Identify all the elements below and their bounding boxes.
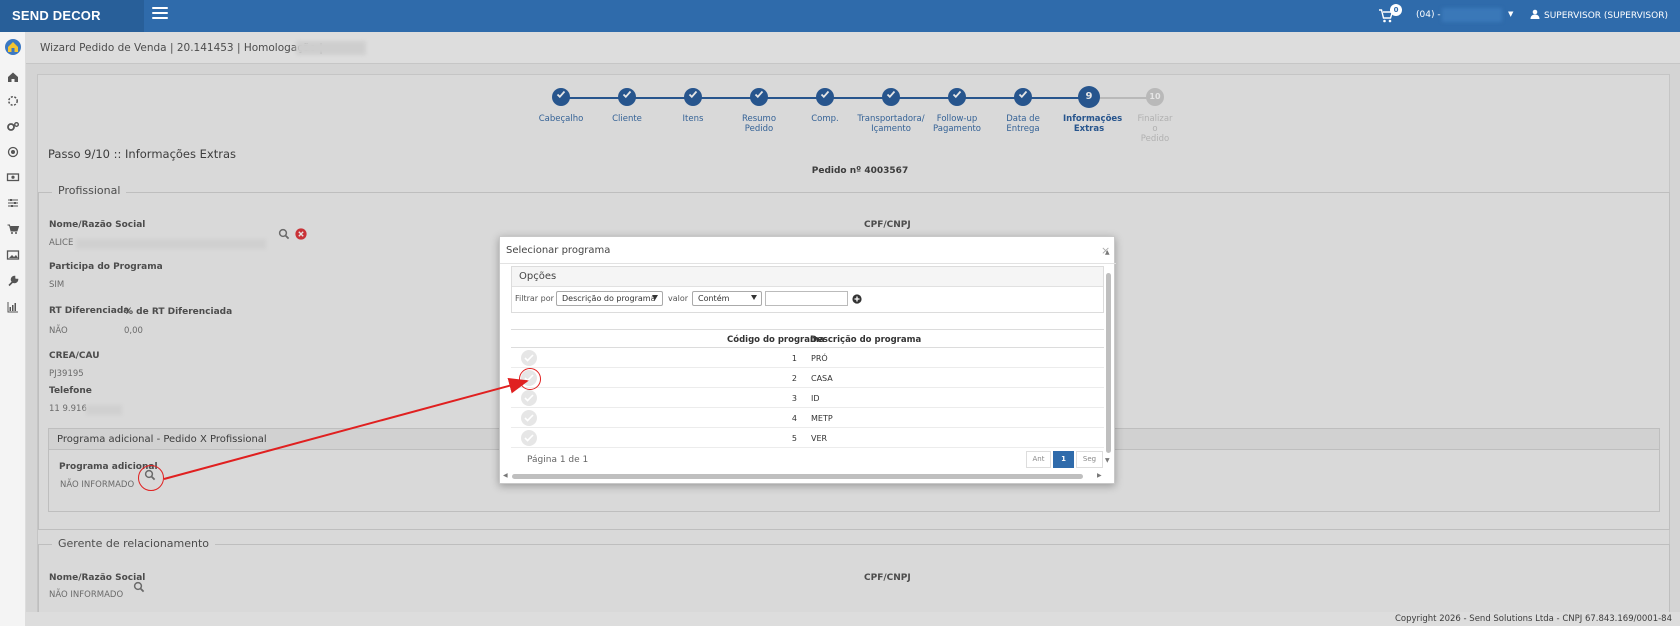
chevron-down-icon (652, 295, 658, 300)
sidebar (0, 32, 26, 626)
home-icon[interactable] (6, 70, 20, 84)
page-1-button[interactable]: 1 (1053, 451, 1074, 468)
table-row[interactable]: 5 VER (511, 428, 1104, 448)
table-header: Código do programa Descrição do programa (511, 329, 1104, 348)
store-caret-icon[interactable]: ▼ (1508, 10, 1513, 18)
shopping-cart-icon[interactable] (6, 222, 20, 236)
sliders-icon[interactable] (6, 196, 20, 210)
pagination-text: Página 1 de 1 (527, 455, 589, 465)
target-icon[interactable] (6, 145, 20, 159)
top-bar: SEND DECOR 0 (04) - ▼ SUPERVISOR (SUPERV… (0, 0, 1680, 32)
table-row[interactable]: 3 ID (511, 388, 1104, 408)
scroll-down-icon[interactable]: ▼ (1105, 457, 1110, 464)
horizontal-scroll-thumb[interactable] (512, 474, 1083, 479)
options-panel: Opções Filtrar por Descrição do programa… (511, 266, 1104, 313)
program-code: 4 (791, 414, 797, 423)
column-desc-header: Descrição do programa (810, 335, 922, 345)
table-row[interactable]: 4 METP (511, 408, 1104, 428)
annotation-circle-row (519, 368, 541, 390)
prev-page-button[interactable]: Ant (1026, 451, 1051, 468)
program-code: 1 (791, 354, 797, 363)
hamburger-menu-icon[interactable] (152, 7, 168, 21)
add-filter-icon[interactable] (852, 294, 862, 304)
program-desc: PRÓ (811, 354, 828, 363)
cogs-icon[interactable] (6, 120, 20, 134)
image-gallery-icon[interactable] (6, 248, 20, 262)
check-icon (524, 354, 534, 362)
program-code: 2 (791, 374, 797, 383)
program-code: 5 (791, 434, 797, 443)
program-desc: CASA (811, 374, 833, 383)
check-icon (524, 394, 534, 402)
user-icon (1530, 9, 1540, 19)
brand-logo[interactable]: SEND DECOR (0, 0, 144, 32)
filter-field-select[interactable]: Descrição do programa (556, 291, 663, 306)
table-row[interactable]: 1 PRÓ (511, 348, 1104, 368)
modal-divider (500, 263, 1116, 264)
store-selector[interactable]: (04) - (1416, 10, 1441, 20)
select-row-button[interactable] (521, 430, 537, 446)
select-row-button[interactable] (521, 410, 537, 426)
chevron-down-icon (751, 295, 757, 300)
spinner-icon[interactable] (6, 94, 20, 108)
filter-operator-value: Contém (698, 294, 730, 303)
modal-title: Selecionar programa (506, 245, 611, 256)
options-title: Opções (512, 267, 1103, 287)
check-icon (524, 414, 534, 422)
cart-count-badge: 0 (1390, 4, 1402, 16)
check-icon (524, 434, 534, 442)
annotation-circle-search (138, 465, 164, 491)
user-menu[interactable]: SUPERVISOR (SUPERVISOR) (1530, 9, 1668, 21)
program-code: 3 (791, 394, 797, 403)
scroll-up-icon[interactable]: ▲ (1105, 249, 1110, 256)
bar-chart-icon[interactable] (6, 300, 20, 314)
wrench-icon[interactable] (6, 274, 20, 288)
program-desc: VER (811, 434, 828, 443)
store-name-redacted (1442, 8, 1502, 22)
scroll-right-icon[interactable]: ▶ (1097, 472, 1102, 479)
vertical-scroll-thumb[interactable] (1106, 273, 1111, 453)
select-row-button[interactable] (521, 390, 537, 406)
select-row-button[interactable] (521, 350, 537, 366)
scroll-left-icon[interactable]: ◀ (503, 472, 508, 479)
filter-value-input[interactable] (765, 291, 848, 306)
value-label: valor (668, 294, 689, 303)
next-page-button[interactable]: Seg (1076, 451, 1103, 468)
app-logo-icon[interactable] (4, 38, 22, 56)
program-desc: METP (811, 414, 833, 423)
user-name: SUPERVISOR (SUPERVISOR) (1544, 11, 1668, 21)
filter-field-value: Descrição do programa (562, 294, 656, 303)
table-row[interactable]: 2 CASA (511, 368, 1104, 388)
program-desc: ID (811, 394, 820, 403)
select-program-modal: Selecionar programa × Opções Filtrar por… (499, 236, 1116, 484)
filter-operator-select[interactable]: Contém (692, 291, 762, 306)
filter-by-label: Filtrar por (515, 294, 554, 303)
